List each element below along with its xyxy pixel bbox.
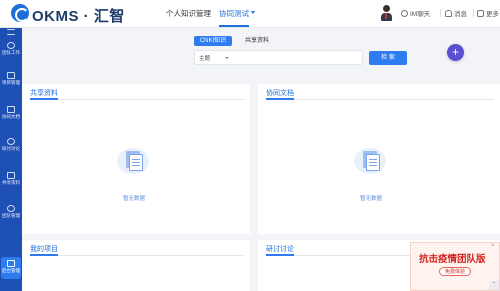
- divider: [30, 254, 244, 256]
- search-field-select[interactable]: 主题: [199, 54, 210, 62]
- menu-icon: [7, 29, 15, 35]
- empty-state-icon: [117, 146, 149, 176]
- empty-state-text: 暂无数据: [360, 196, 383, 202]
- sidebar-menu-toggle[interactable]: [0, 28, 22, 36]
- sidebar-item-label: 共享资料: [2, 180, 20, 185]
- tab-cnki[interactable]: CNKI知识: [194, 36, 232, 46]
- empty-state-text: 暂无数据: [123, 196, 146, 202]
- sidebar-item-team-work[interactable]: 团队工作: [0, 42, 22, 55]
- chevron-down-icon: [225, 57, 229, 59]
- chevron-up-icon[interactable]: ⌃: [489, 281, 499, 290]
- panel-title: 我的项目: [30, 246, 58, 253]
- promo-title: 抗击疫情团队版: [419, 254, 486, 265]
- chat-icon: [7, 138, 15, 145]
- panel-title: 协同文档: [266, 90, 294, 97]
- grid-icon: [477, 9, 484, 17]
- sidebar-item-label: 研讨讨论: [2, 146, 20, 151]
- sidebar-item-label: 团队工作: [2, 50, 20, 55]
- team-icon: [7, 42, 15, 49]
- plus-icon[interactable]: +: [447, 44, 464, 61]
- panel-title: 研讨讨论: [266, 246, 294, 253]
- free-trial-button[interactable]: 免费体验: [439, 267, 471, 276]
- top-bar: OKMS · 汇智 个人知识管理 协同测试 IM聊天 消息 更多: [0, 0, 500, 28]
- divider: [266, 98, 494, 100]
- search-input[interactable]: 主题: [194, 50, 363, 65]
- sidebar-item-label: 协同文档: [2, 114, 20, 119]
- sidebar-item-label: 团队管理: [2, 213, 20, 218]
- sidebar-item-team-admin[interactable]: 团队管理: [0, 205, 22, 218]
- avatar[interactable]: [380, 5, 392, 21]
- nav-collab-test[interactable]: 协同测试: [219, 8, 249, 19]
- im-chat-button[interactable]: IM聊天: [401, 8, 430, 18]
- chevron-down-icon[interactable]: [251, 11, 255, 14]
- more-label: 更多: [486, 11, 499, 18]
- tab-shared[interactable]: 共享资料: [242, 36, 272, 46]
- message-label: 消息: [454, 11, 467, 18]
- panel-title: 共享资料: [30, 90, 58, 97]
- sidebar-item-project[interactable]: 项目管理: [0, 72, 22, 85]
- message-button[interactable]: 消息: [445, 8, 467, 18]
- im-chat-label: IM聊天: [410, 11, 431, 18]
- panel-shared: 共享资料 暂无数据: [22, 84, 250, 234]
- divider: [30, 98, 244, 100]
- document-icon: [7, 106, 15, 113]
- nav-personal-knowledge[interactable]: 个人知识管理: [166, 8, 211, 19]
- panel-docs: 协同文档 暂无数据: [258, 84, 500, 234]
- user-icon: [7, 205, 15, 212]
- empty-state-icon: [354, 146, 386, 176]
- close-icon[interactable]: ×: [491, 243, 495, 249]
- admin-icon: [7, 260, 15, 267]
- divider: [473, 9, 474, 17]
- more-button[interactable]: 更多: [477, 8, 499, 18]
- okms-logo-icon[interactable]: [11, 4, 29, 22]
- search-button[interactable]: 检 索: [369, 51, 407, 65]
- sidebar: 团队工作 项目管理 协同文档 研讨讨论 共享资料 团队管理 后台管理: [0, 28, 22, 291]
- sidebar-item-shared[interactable]: 共享资料: [0, 172, 22, 185]
- divider: [440, 9, 441, 17]
- share-icon: [7, 172, 15, 179]
- folder-icon: [7, 72, 15, 79]
- chat-icon: [401, 9, 408, 17]
- sidebar-item-label: 项目管理: [2, 80, 20, 85]
- sidebar-item-docs[interactable]: 协同文档: [0, 106, 22, 119]
- promo-banner[interactable]: 抗击疫情团队版 免费体验 ×: [410, 242, 500, 291]
- nav-active-indicator: [219, 25, 249, 27]
- panel-projects: 我的项目: [22, 240, 250, 291]
- sidebar-item-label: 后台管理: [2, 268, 20, 273]
- search-area: CNKI知识 共享资料 主题 检 索: [22, 28, 500, 78]
- bell-icon: [445, 9, 452, 17]
- logo-text[interactable]: OKMS · 汇智: [32, 5, 125, 26]
- sidebar-item-discussion[interactable]: 研讨讨论: [0, 138, 22, 151]
- sidebar-item-backend-admin[interactable]: 后台管理: [1, 257, 21, 279]
